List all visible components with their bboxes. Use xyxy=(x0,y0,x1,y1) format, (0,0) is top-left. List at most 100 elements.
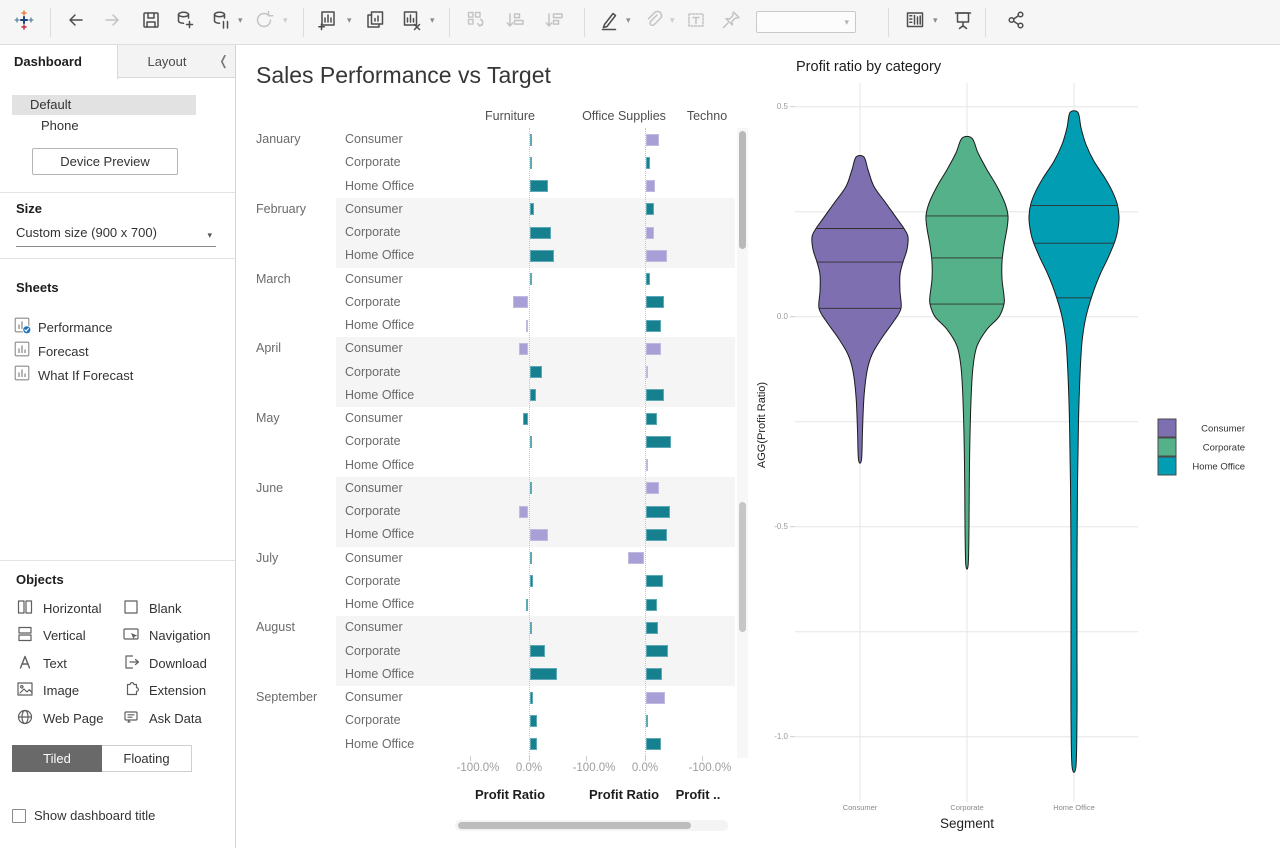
bar-mark[interactable] xyxy=(519,506,528,518)
bar-mark[interactable] xyxy=(530,622,532,634)
bar-mark[interactable] xyxy=(530,273,532,285)
highlight-button[interactable] xyxy=(597,10,621,34)
bar-mark[interactable] xyxy=(646,273,650,285)
bar-mark[interactable] xyxy=(646,715,648,727)
device-item-phone[interactable]: Phone xyxy=(12,116,196,136)
horizontal-scrollbar[interactable] xyxy=(455,820,728,831)
bar-mark[interactable] xyxy=(646,575,663,587)
bar-mark[interactable] xyxy=(646,389,664,401)
tab-layout[interactable]: Layout xyxy=(118,45,216,78)
chevron-down-icon[interactable]: ▾ xyxy=(238,16,243,25)
tableau-logo-button[interactable] xyxy=(12,10,36,34)
sort-descending-button[interactable] xyxy=(542,10,566,34)
bar-mark[interactable] xyxy=(530,389,536,401)
chevron-down-icon[interactable]: ▾ xyxy=(283,16,288,25)
share-button[interactable] xyxy=(1004,10,1028,34)
sheet-item-performance[interactable]: Performance xyxy=(14,316,224,338)
device-preview-button[interactable]: Device Preview xyxy=(32,148,178,175)
object-item-horizontal[interactable]: Horizontal xyxy=(16,598,120,618)
legend-swatch-consumer[interactable] xyxy=(1158,419,1176,437)
bar-mark[interactable] xyxy=(646,645,668,657)
device-item-default[interactable]: Default xyxy=(12,95,196,115)
bar-mark[interactable] xyxy=(646,320,661,332)
bar-mark[interactable] xyxy=(628,552,644,564)
performance-sheet-zone[interactable]: Sales Performance vs Target FurnitureOff… xyxy=(236,45,748,848)
violin-sheet-zone[interactable]: Profit ratio by category0.50.0-0.5-1.0Co… xyxy=(748,45,1280,848)
bar-mark[interactable] xyxy=(646,668,662,680)
sort-ascending-button[interactable] xyxy=(503,10,527,34)
legend-swatch-home-office[interactable] xyxy=(1158,457,1176,475)
bar-mark[interactable] xyxy=(646,529,667,541)
chevron-down-icon[interactable]: ▾ xyxy=(626,16,631,25)
violin-chart[interactable]: Profit ratio by category0.50.0-0.5-1.0Co… xyxy=(748,45,1280,848)
bar-mark[interactable] xyxy=(530,738,537,750)
bar-mark[interactable] xyxy=(526,320,528,332)
bar-mark[interactable] xyxy=(646,180,655,192)
object-item-text[interactable]: Text xyxy=(16,653,120,673)
chevron-down-icon[interactable]: ▾ xyxy=(347,16,352,25)
vertical-scrollbar-thumb-2[interactable] xyxy=(739,502,746,632)
bar-mark[interactable] xyxy=(646,134,659,146)
object-item-vertical[interactable]: Vertical xyxy=(16,626,120,646)
presentation-mode-button[interactable] xyxy=(951,10,975,34)
fit-selector[interactable]: ▾ xyxy=(756,11,856,33)
object-item-navigation[interactable]: Navigation xyxy=(122,626,226,646)
new-data-source-button[interactable] xyxy=(173,10,197,34)
bar-mark[interactable] xyxy=(530,575,533,587)
object-item-web-page[interactable]: Web Page xyxy=(16,708,120,728)
horizontal-scrollbar-thumb[interactable] xyxy=(458,822,691,829)
chevron-down-icon[interactable]: ▾ xyxy=(670,16,675,25)
refresh-data-button[interactable] xyxy=(252,10,276,34)
bar-mark[interactable] xyxy=(646,250,667,262)
bar-mark[interactable] xyxy=(513,296,528,308)
vertical-scrollbar[interactable] xyxy=(737,128,748,758)
object-item-download[interactable]: Download xyxy=(122,653,226,673)
object-item-blank[interactable]: Blank xyxy=(122,598,226,618)
collapse-pane-icon[interactable]: ❬ xyxy=(218,53,229,69)
bar-mark[interactable] xyxy=(530,668,557,680)
undo-button[interactable] xyxy=(64,10,88,34)
bar-mark[interactable] xyxy=(530,436,532,448)
bar-mark[interactable] xyxy=(646,227,654,239)
object-item-ask-data[interactable]: Ask Data xyxy=(122,708,226,728)
bar-mark[interactable] xyxy=(530,250,554,262)
object-item-image[interactable]: Image xyxy=(16,681,120,701)
bar-mark[interactable] xyxy=(530,180,548,192)
clear-sheet-button[interactable] xyxy=(399,10,423,34)
pause-auto-updates-button[interactable] xyxy=(209,10,233,34)
size-dropdown[interactable]: Custom size (900 x 700) ▾ xyxy=(16,225,216,247)
sheet-item-what-if-forecast[interactable]: What If Forecast xyxy=(14,364,224,386)
violin-home-office[interactable] xyxy=(1029,111,1119,773)
bar-mark[interactable] xyxy=(646,738,661,750)
bar-mark[interactable] xyxy=(519,343,528,355)
text-box-button[interactable] xyxy=(684,10,708,34)
bar-mark[interactable] xyxy=(530,227,551,239)
bar-mark[interactable] xyxy=(646,459,648,471)
tab-dashboard[interactable]: Dashboard xyxy=(0,45,118,79)
redo-button[interactable] xyxy=(100,10,124,34)
sheet-item-forecast[interactable]: Forecast xyxy=(14,340,224,362)
bar-mark[interactable] xyxy=(523,413,528,425)
swap-rows-columns-button[interactable] xyxy=(464,10,488,34)
new-worksheet-button[interactable] xyxy=(316,10,340,34)
pin-button[interactable] xyxy=(719,10,743,34)
bar-mark[interactable] xyxy=(646,692,665,704)
violin-corporate[interactable] xyxy=(926,136,1008,569)
bar-mark[interactable] xyxy=(530,366,542,378)
duplicate-sheet-button[interactable] xyxy=(363,10,387,34)
bar-mark[interactable] xyxy=(530,552,532,564)
chevron-down-icon[interactable]: ▾ xyxy=(933,16,938,25)
object-item-extension[interactable]: Extension xyxy=(122,681,226,701)
legend-swatch-corporate[interactable] xyxy=(1158,438,1176,456)
chevron-down-icon[interactable]: ▾ xyxy=(430,16,435,25)
bar-mark[interactable] xyxy=(530,692,533,704)
bar-mark[interactable] xyxy=(646,622,658,634)
bar-mark[interactable] xyxy=(530,157,532,169)
vertical-scrollbar-thumb[interactable] xyxy=(739,131,746,249)
bar-mark[interactable] xyxy=(646,436,671,448)
floating-button[interactable]: Floating xyxy=(102,745,192,772)
violin-consumer[interactable] xyxy=(812,156,908,464)
bar-mark[interactable] xyxy=(526,599,528,611)
show-dashboard-title-checkbox[interactable] xyxy=(12,809,26,823)
bar-mark[interactable] xyxy=(646,296,664,308)
